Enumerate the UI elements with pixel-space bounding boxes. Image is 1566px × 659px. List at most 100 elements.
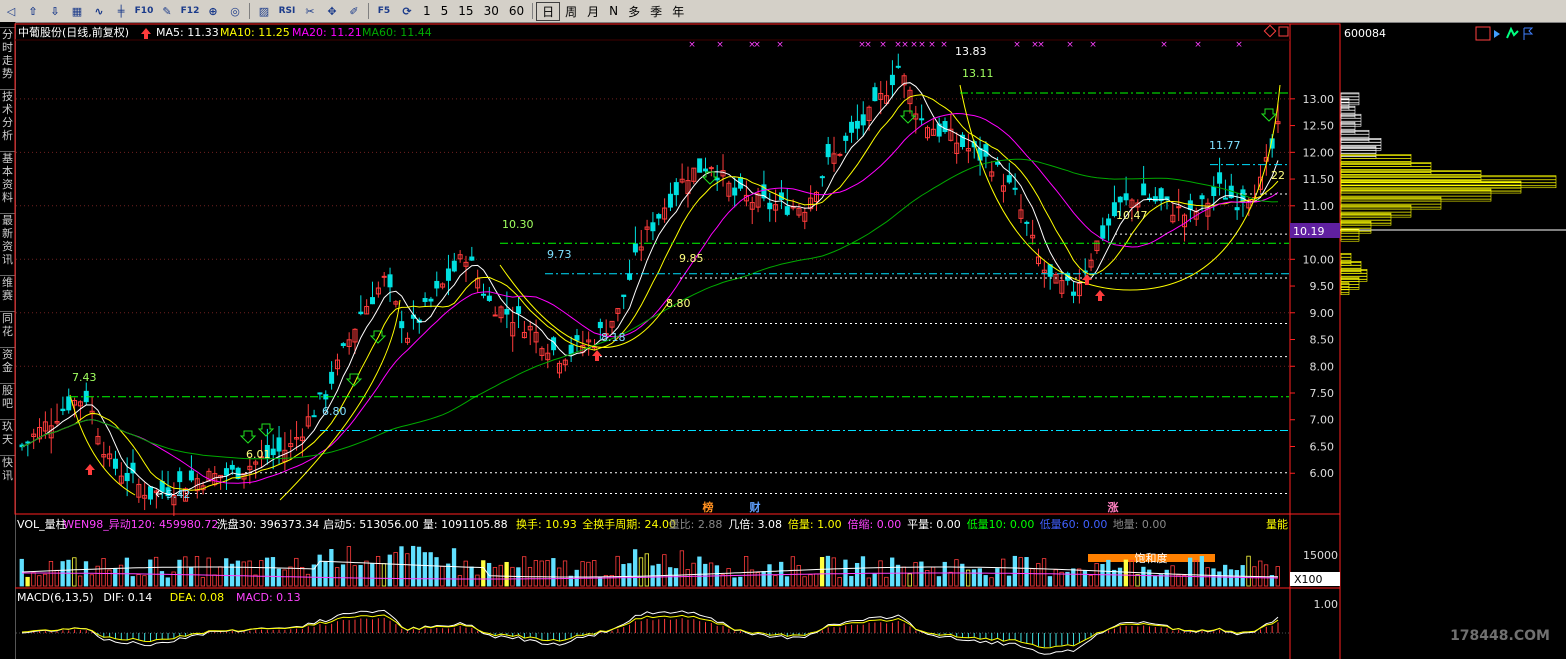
candle-body	[346, 339, 352, 347]
candle-body	[276, 437, 282, 452]
candle-body	[796, 207, 802, 216]
volume-bar	[428, 552, 433, 587]
volume-bar	[89, 574, 95, 587]
period-30min[interactable]: 30	[479, 4, 504, 18]
period-15min[interactable]: 15	[453, 4, 478, 18]
volume-bar	[592, 560, 597, 587]
candle-body	[1053, 273, 1059, 284]
volume-bar	[1041, 558, 1047, 587]
sidebar-tab-6[interactable]: 资金	[0, 347, 15, 374]
sidebar-tab-8[interactable]: 玖天	[0, 419, 15, 446]
candle-body	[1076, 282, 1082, 297]
sidebar-tab-0[interactable]: 分时走势	[0, 27, 15, 80]
period-1[interactable]: 周	[560, 3, 582, 20]
volume-bar	[1205, 567, 1210, 587]
volume-profile-bar	[1340, 137, 1382, 151]
price-tick-label: 9.00	[1310, 307, 1335, 320]
period-2[interactable]: 月	[582, 3, 604, 20]
back-icon[interactable]: ◁	[1, 2, 21, 20]
volume-bar	[486, 562, 492, 587]
rsi-icon[interactable]: RSI	[276, 2, 298, 20]
period-60min[interactable]: 60	[504, 4, 529, 18]
candle-body	[1006, 175, 1012, 183]
signal-mark: ×	[688, 40, 696, 50]
candle-body	[188, 470, 194, 481]
period-6[interactable]: 年	[667, 3, 689, 20]
grid-icon[interactable]: ▦	[67, 2, 87, 20]
candle-body	[142, 494, 148, 499]
period-4[interactable]: 多	[623, 3, 645, 20]
sidebar-tab-2[interactable]: 基本资料	[0, 151, 15, 204]
toolbar: ◁ ⇧ ⇩ ▦ ∿ ╪ F10 ✎ F12 ⊕ ◎ ▨ RSI ✂ ✥ ✐ F5 ⟳ 1 5 15 30 60 日周月 N 多季年	[0, 0, 1566, 23]
ma10-line	[21, 94, 1279, 491]
cycle-icon[interactable]: ◎	[225, 2, 245, 20]
refresh-icon[interactable]: ⟳	[397, 2, 417, 20]
volume-bar	[1211, 568, 1216, 587]
price-tick-label: 11.00	[1303, 200, 1335, 213]
period-3[interactable]: N	[604, 4, 623, 18]
volume-bar	[352, 565, 357, 587]
period-5min[interactable]: 5	[436, 4, 454, 18]
down-icon[interactable]: ⇩	[45, 2, 65, 20]
candle-body	[691, 167, 697, 182]
period-0[interactable]: 日	[536, 1, 561, 21]
volume-bar	[329, 549, 334, 587]
volume-bar	[1112, 569, 1117, 587]
volume-bar	[1030, 568, 1035, 587]
volume-bar	[895, 564, 901, 587]
f5-icon[interactable]: F5	[373, 2, 395, 20]
sidebar-tab-3[interactable]: 最新资讯	[0, 213, 15, 266]
volume-profile-bar	[1340, 196, 1442, 210]
candle-body	[323, 394, 329, 400]
volume-bar	[761, 571, 766, 587]
drawing-icon[interactable]: ✎	[157, 2, 177, 20]
sidebar-tab-4[interactable]: 维赛	[0, 275, 15, 302]
volume-bar	[1053, 569, 1058, 587]
volume-bar	[60, 561, 65, 587]
volume-bar	[673, 568, 679, 587]
candle-body	[919, 118, 925, 121]
candle-body	[364, 306, 370, 315]
vol-label-10: 倍缩: 0.00	[848, 517, 902, 531]
move-icon[interactable]: ✥	[322, 2, 342, 20]
ma5-label: MA5: 11.33	[156, 26, 219, 39]
period-5[interactable]: 季	[645, 3, 667, 20]
period-1min[interactable]: 1	[418, 4, 436, 18]
candle-body	[1228, 185, 1234, 199]
volume-bar	[609, 574, 614, 587]
candle-body	[971, 141, 977, 148]
candle-body	[124, 472, 130, 482]
sidebar-tab-5[interactable]: 同花	[0, 311, 15, 338]
pen-icon[interactable]: ✐	[344, 2, 364, 20]
volume-bar	[586, 561, 591, 587]
signal-mark: ×	[1194, 40, 1202, 50]
volume-bar	[1223, 564, 1228, 587]
sidebar-tab-7[interactable]: 股吧	[0, 383, 15, 410]
kline-icon[interactable]: ╪	[111, 2, 131, 20]
up-icon[interactable]: ⇧	[23, 2, 43, 20]
candle-body	[1012, 187, 1018, 190]
candle-body	[194, 478, 200, 492]
sidebar-tab-9[interactable]: 快讯	[0, 455, 15, 482]
candle-body	[714, 177, 720, 181]
volume-bar	[1123, 559, 1129, 587]
candle-body	[259, 456, 265, 459]
volume-bar	[194, 556, 200, 587]
indicator-icon[interactable]: ▨	[254, 2, 274, 20]
sidebar-tab-1[interactable]: 技术分析	[0, 89, 15, 142]
f12-icon[interactable]: F12	[179, 2, 201, 20]
volume-bar	[346, 546, 352, 587]
line-chart-icon[interactable]: ∿	[89, 2, 109, 20]
volume-bar	[878, 560, 883, 587]
candle-body	[148, 486, 154, 500]
f10-icon[interactable]: F10	[133, 2, 155, 20]
candle-body	[930, 128, 936, 136]
candle-body	[66, 396, 72, 411]
volume-bar	[790, 556, 796, 587]
volume-bar	[708, 562, 714, 587]
volume-bar	[644, 553, 649, 587]
buy-signal-icon	[257, 423, 275, 437]
zoom-icon[interactable]: ⊕	[203, 2, 223, 20]
tool-icon[interactable]: ✂	[300, 2, 320, 20]
candle-body	[235, 467, 241, 479]
